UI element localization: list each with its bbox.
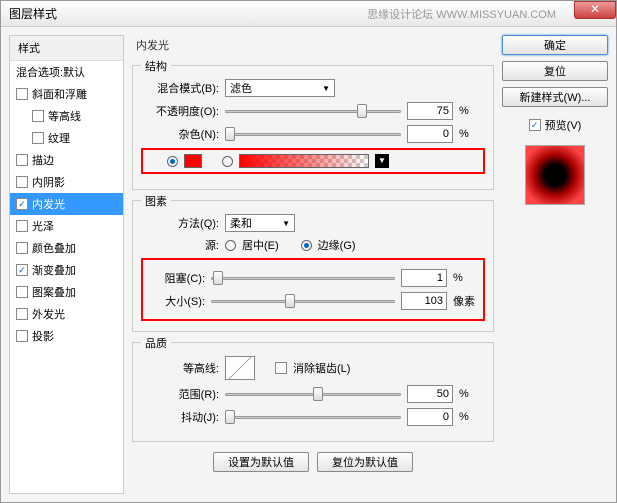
sidebar-item-label: 等高线 <box>48 108 81 124</box>
range-label: 范围(R): <box>141 386 219 402</box>
noise-slider[interactable] <box>225 126 401 142</box>
size-input[interactable] <box>401 292 447 310</box>
color-swatch[interactable] <box>184 154 202 168</box>
jitter-input[interactable] <box>407 408 453 426</box>
jitter-label: 抖动(J): <box>141 409 219 425</box>
sidebar-item-9[interactable]: 图案叠加 <box>10 281 123 303</box>
ok-button[interactable]: 确定 <box>502 35 608 55</box>
sidebar-checkbox[interactable] <box>16 242 28 254</box>
sidebar-checkbox[interactable] <box>32 110 44 122</box>
sidebar-blending-options[interactable]: 混合选项:默认 <box>10 61 123 83</box>
sidebar-checkbox[interactable] <box>16 330 28 342</box>
quality-legend: 品质 <box>141 335 171 351</box>
size-label: 大小(S): <box>147 293 205 309</box>
sidebar-item-label: 纹理 <box>48 130 70 146</box>
solid-color-radio[interactable] <box>167 156 178 167</box>
range-input[interactable] <box>407 385 453 403</box>
sidebar-item-label: 内阴影 <box>32 174 65 190</box>
window-title: 图层样式 <box>9 5 57 22</box>
technique-label: 方法(Q): <box>141 215 219 231</box>
noise-label: 杂色(N): <box>141 126 219 142</box>
structure-legend: 结构 <box>141 58 171 74</box>
sidebar-checkbox[interactable] <box>16 308 28 320</box>
close-button[interactable]: ✕ <box>574 1 616 19</box>
sidebar-item-label: 内发光 <box>32 196 65 212</box>
sidebar-item-0[interactable]: 斜面和浮雕 <box>10 83 123 105</box>
gradient-picker[interactable] <box>239 154 369 168</box>
source-label: 源: <box>141 237 219 253</box>
sidebar-checkbox[interactable]: ✓ <box>16 264 28 276</box>
sidebar-item-6[interactable]: 光泽 <box>10 215 123 237</box>
choke-label: 阻塞(C): <box>147 270 205 286</box>
new-style-button[interactable]: 新建样式(W)... <box>502 87 608 107</box>
sidebar-item-10[interactable]: 外发光 <box>10 303 123 325</box>
sidebar-item-8[interactable]: ✓ 渐变叠加 <box>10 259 123 281</box>
sidebar-item-5[interactable]: ✓ 内发光 <box>10 193 123 215</box>
chevron-down-icon: ▼ <box>322 84 330 93</box>
sidebar-item-label: 颜色叠加 <box>32 240 76 256</box>
blend-mode-select[interactable]: 滤色▼ <box>225 79 335 97</box>
preview-swatch <box>525 145 585 205</box>
anti-alias-checkbox[interactable] <box>275 362 287 374</box>
styles-sidebar: 样式 混合选项:默认 斜面和浮雕等高线纹理描边内阴影 ✓ 内发光光泽颜色叠加 ✓ 渐变叠… <box>9 35 124 494</box>
sidebar-item-label: 斜面和浮雕 <box>32 86 87 102</box>
panel-title: 内发光 <box>132 35 494 55</box>
sidebar-checkbox[interactable] <box>32 132 44 144</box>
cancel-button[interactable]: 复位 <box>502 61 608 81</box>
right-column: 确定 复位 新建样式(W)... ✓ 预览(V) <box>502 35 608 494</box>
choke-input[interactable] <box>401 269 447 287</box>
sidebar-item-2[interactable]: 纹理 <box>10 127 123 149</box>
blend-mode-label: 混合模式(B): <box>141 80 219 96</box>
make-default-button[interactable]: 设置为默认值 <box>213 452 309 472</box>
sidebar-checkbox[interactable] <box>16 88 28 100</box>
choke-size-frame: 阻塞(C): % 大小(S): 像素 <box>141 258 485 321</box>
gradient-dropdown[interactable]: ▼ <box>375 154 389 168</box>
opacity-input[interactable] <box>407 102 453 120</box>
preview-checkbox[interactable]: ✓ <box>529 119 541 131</box>
gradient-radio[interactable] <box>222 156 233 167</box>
range-slider[interactable] <box>225 386 401 402</box>
source-edge-radio[interactable] <box>301 240 312 251</box>
contour-picker[interactable] <box>225 356 255 380</box>
sidebar-checkbox[interactable] <box>16 176 28 188</box>
contour-label: 等高线: <box>141 360 219 376</box>
noise-input[interactable] <box>407 125 453 143</box>
technique-select[interactable]: 柔和▼ <box>225 214 295 232</box>
sidebar-item-7[interactable]: 颜色叠加 <box>10 237 123 259</box>
choke-slider[interactable] <box>211 270 395 286</box>
watermark: 思缘设计论坛 WWW.MISSYUAN.COM <box>367 6 556 22</box>
sidebar-header: 样式 <box>10 36 123 61</box>
color-source-row: ▼ <box>141 148 485 174</box>
structure-group: 结构 混合模式(B): 滤色▼ 不透明度(O): % 杂色(N): % <box>132 65 494 190</box>
sidebar-item-label: 图案叠加 <box>32 284 76 300</box>
titlebar: 图层样式 思缘设计论坛 WWW.MISSYUAN.COM ✕ <box>1 1 616 27</box>
sidebar-item-label: 光泽 <box>32 218 54 234</box>
sidebar-item-3[interactable]: 描边 <box>10 149 123 171</box>
quality-group: 品质 等高线: 消除锯齿(L) 范围(R): % 抖动(J): <box>132 342 494 442</box>
sidebar-item-label: 外发光 <box>32 306 65 322</box>
opacity-slider[interactable] <box>225 103 401 119</box>
elements-legend: 图素 <box>141 193 171 209</box>
sidebar-checkbox[interactable]: ✓ <box>16 198 28 210</box>
opacity-label: 不透明度(O): <box>141 103 219 119</box>
sidebar-checkbox[interactable] <box>16 154 28 166</box>
size-slider[interactable] <box>211 293 395 309</box>
preview-label: 预览(V) <box>545 117 582 133</box>
source-center-radio[interactable] <box>225 240 236 251</box>
sidebar-item-label: 描边 <box>32 152 54 168</box>
sidebar-checkbox[interactable] <box>16 286 28 298</box>
sidebar-checkbox[interactable] <box>16 220 28 232</box>
sidebar-item-label: 投影 <box>32 328 54 344</box>
layer-style-dialog: 图层样式 思缘设计论坛 WWW.MISSYUAN.COM ✕ 样式 混合选项:默… <box>0 0 617 503</box>
chevron-down-icon: ▼ <box>282 219 290 228</box>
elements-group: 图素 方法(Q): 柔和▼ 源: 居中(E) 边缘(G) 阻塞(C): <box>132 200 494 332</box>
sidebar-item-11[interactable]: 投影 <box>10 325 123 347</box>
reset-default-button[interactable]: 复位为默认值 <box>317 452 413 472</box>
main-panel: 内发光 结构 混合模式(B): 滤色▼ 不透明度(O): % 杂色(N): <box>132 35 494 494</box>
sidebar-item-label: 渐变叠加 <box>32 262 76 278</box>
sidebar-item-1[interactable]: 等高线 <box>10 105 123 127</box>
sidebar-item-4[interactable]: 内阴影 <box>10 171 123 193</box>
jitter-slider[interactable] <box>225 409 401 425</box>
